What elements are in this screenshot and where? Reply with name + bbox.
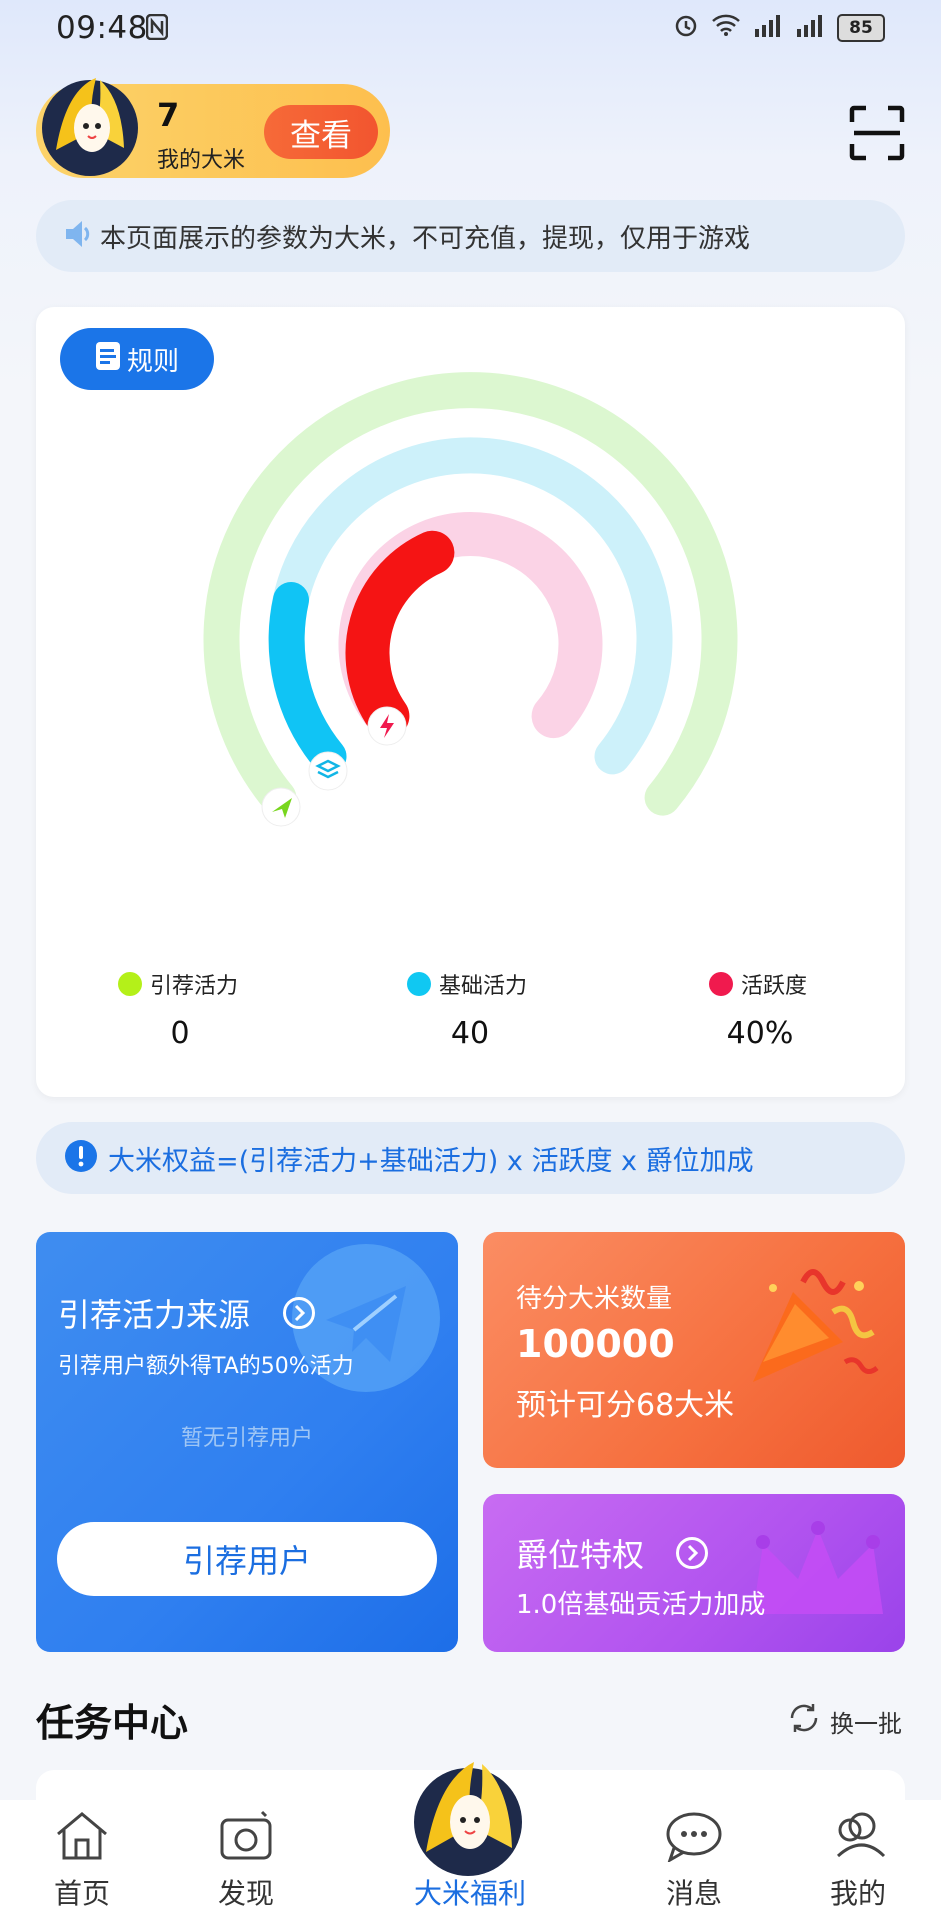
refresh-icon — [786, 1700, 822, 1742]
speaker-icon — [62, 217, 92, 255]
refresh-button[interactable]: 换一批 — [786, 1700, 902, 1742]
ring-basic-fill — [268, 582, 347, 775]
nav-messages-label: 消息 — [665, 1877, 722, 1910]
nav-home-label: 首页 — [53, 1877, 110, 1910]
home-icon — [52, 1810, 112, 1866]
profile-icon — [828, 1810, 888, 1866]
referral-empty-text: 暂无引荐用户 — [180, 1426, 313, 1451]
rank-arrow-icon[interactable] — [675, 1536, 709, 1574]
wifi-icon — [711, 13, 741, 43]
crown-decor-icon — [753, 1521, 883, 1614]
activity-value: 40% — [726, 1016, 794, 1051]
notice-bar: 本页面展示的参数为大米，不可充值，提现，仅用于游戏 — [36, 200, 905, 272]
rice-mascot-nav-icon[interactable] — [404, 1752, 536, 1884]
pending-amount: 100000 — [516, 1322, 675, 1366]
task-center-title: 任务中心 — [36, 1701, 189, 1745]
legend-basic: 基础活力 — [407, 968, 527, 1000]
nav-profile-label: 我的 — [829, 1877, 886, 1910]
battery-indicator: 85 — [837, 14, 885, 42]
paper-plane-marker-icon — [261, 787, 301, 827]
referral-title: 引荐活力来源 — [58, 1296, 251, 1334]
formula-bar: 大米权益=(引荐活力+基础活力) x 活跃度 x 爵位加成 — [36, 1122, 905, 1194]
alarm-icon — [673, 12, 699, 44]
notice-text: 本页面展示的参数为大米，不可充值，提现，仅用于游戏 — [100, 223, 751, 254]
signal-icon-2 — [795, 13, 825, 43]
nav-home[interactable]: 首页 — [22, 1810, 142, 1912]
referral-button[interactable]: 引荐用户 — [57, 1522, 437, 1596]
rice-count: 7 — [157, 96, 180, 134]
view-button[interactable]: 查看 — [264, 105, 378, 159]
nav-messages[interactable]: 消息 — [634, 1810, 754, 1912]
legend-referral-dot — [118, 972, 142, 996]
basic-value: 40 — [450, 1016, 490, 1051]
activity-gauge — [203, 372, 738, 827]
signal-icon — [753, 13, 783, 43]
legend-activity-dot — [709, 972, 733, 996]
chat-icon — [664, 1810, 724, 1866]
legend-basic-dot — [407, 972, 431, 996]
legend-activity-label: 活跃度 — [741, 974, 808, 999]
exclamation-icon — [64, 1139, 98, 1177]
refresh-label: 换一批 — [830, 1709, 902, 1738]
scan-icon[interactable] — [848, 104, 906, 162]
rice-mascot-icon — [36, 70, 144, 178]
nav-discover[interactable]: 发现 — [186, 1810, 306, 1912]
pending-estimate: 预计可分68大米 — [516, 1388, 735, 1423]
nav-discover-label: 发现 — [217, 1877, 274, 1910]
layers-marker-icon — [308, 751, 348, 791]
pending-title: 待分大米数量 — [516, 1284, 673, 1314]
referral-value: 0 — [170, 1016, 190, 1051]
camera-icon — [216, 1810, 276, 1866]
legend-referral: 引荐活力 — [118, 968, 238, 1000]
nav-profile[interactable]: 我的 — [798, 1810, 918, 1912]
status-icons: 85 — [673, 12, 885, 44]
legend-basic-label: 基础活力 — [439, 974, 528, 999]
party-popper-icon — [753, 1269, 879, 1382]
ring-activity-fill — [345, 530, 455, 739]
rice-label: 我的大米 — [157, 148, 246, 173]
referral-subtitle: 引荐用户额外得TA的50%活力 — [58, 1354, 354, 1379]
nfc-icon — [145, 13, 169, 44]
status-time: 09:48 — [56, 10, 148, 46]
rank-title: 爵位特权 — [516, 1536, 645, 1574]
ring-basic-track — [268, 437, 673, 775]
legend-referral-label: 引荐活力 — [150, 974, 239, 999]
nav-rice-welfare-label[interactable]: 大米福利 — [396, 1872, 544, 1912]
formula-text: 大米权益=(引荐活力+基础活力) x 活跃度 x 爵位加成 — [108, 1145, 754, 1177]
referral-arrow-icon[interactable] — [282, 1296, 316, 1334]
legend-activity: 活跃度 — [709, 968, 807, 1000]
lightning-marker-icon — [367, 706, 407, 746]
rank-subtitle: 1.0倍基础贡活力加成 — [516, 1590, 766, 1620]
